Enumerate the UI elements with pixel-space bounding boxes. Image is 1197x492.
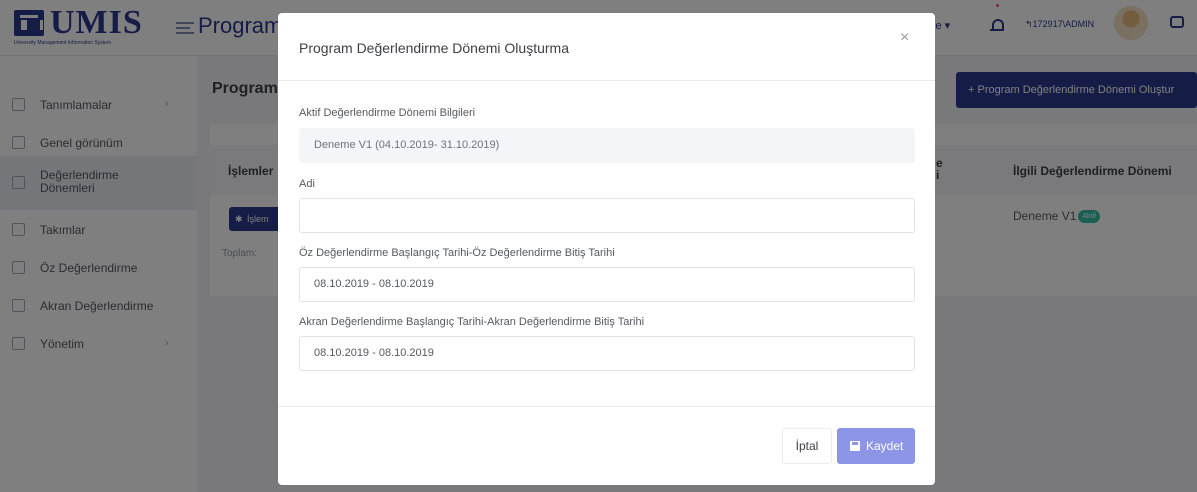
create-period-modal: Program Değerlendirme Dönemi Oluşturma ×… [278, 13, 935, 485]
name-label: Adi [299, 178, 315, 190]
close-icon[interactable]: × [900, 29, 909, 47]
modal-title: Program Değerlendirme Dönemi Oluşturma [299, 40, 569, 56]
cancel-button[interactable]: İptal [782, 428, 832, 464]
name-input[interactable] [299, 198, 915, 233]
active-period-label: Aktif Değerlendirme Dönemi Bilgileri [299, 107, 476, 119]
save-button[interactable]: Kaydet [837, 428, 915, 464]
floppy-disk-icon [850, 441, 860, 451]
modal-footer-divider [278, 406, 935, 407]
active-period-field: Deneme V1 (04.10.2019- 31.10.2019) [299, 128, 915, 163]
self-eval-dates-input[interactable]: 08.10.2019 - 08.10.2019 [299, 267, 915, 302]
peer-eval-dates-label: Akran Değerlendirme Başlangıç Tarihi-Akr… [299, 316, 645, 328]
self-eval-dates-label: Öz Değerlendirme Başlangıç Tarihi-Öz Değ… [299, 247, 615, 259]
modal-header: Program Değerlendirme Dönemi Oluşturma × [278, 13, 935, 81]
save-button-label: Kaydet [866, 439, 904, 453]
peer-eval-dates-input[interactable]: 08.10.2019 - 08.10.2019 [299, 336, 915, 371]
